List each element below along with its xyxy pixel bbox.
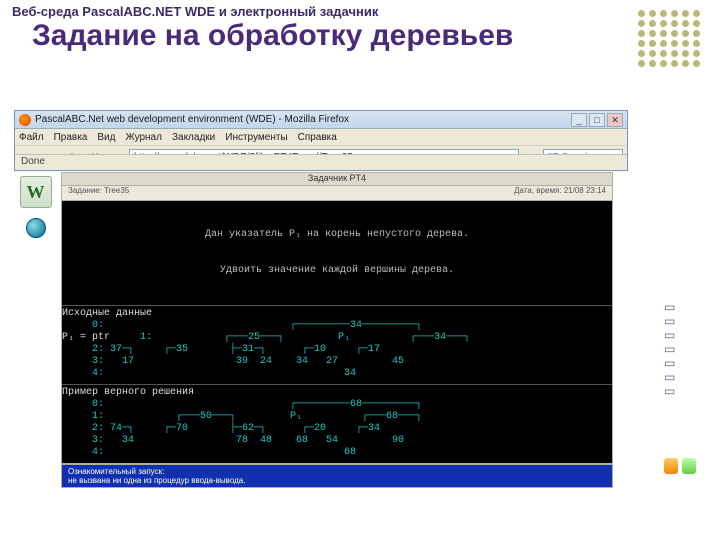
menu-edit[interactable]: Правка: [54, 132, 88, 143]
note-line2: не вызвана ни одна из процедур ввода-выв…: [68, 476, 606, 485]
checklist: ▭▭▭▭▭▭▭: [664, 300, 696, 398]
window-title: PascalABC.Net web development environmen…: [35, 114, 349, 125]
menu-file[interactable]: Файл: [19, 132, 44, 143]
leaf-icon[interactable]: [682, 458, 696, 474]
problem-line1: Дан указатель P₁ на корень непустого дер…: [62, 229, 612, 241]
menu-history[interactable]: Журнал: [125, 132, 162, 143]
status-text: Done: [21, 156, 45, 167]
globe-icon[interactable]: [26, 218, 46, 238]
minimize-button[interactable]: _: [571, 113, 587, 127]
browser-window: PascalABC.Net web development environmen…: [14, 110, 628, 171]
mini-tools: [664, 458, 696, 474]
panel-title: Задачник PT4: [61, 172, 613, 186]
firefox-icon: [19, 114, 31, 126]
problem-line2: Удвоить значение каждой вершины дерева.: [62, 265, 612, 277]
solution-section: Пример верного решения 0: ┌─────────68──…: [62, 384, 612, 463]
launch-note: Ознакомительный запуск: не вызвана ни од…: [61, 464, 613, 488]
close-button[interactable]: ✕: [607, 113, 623, 127]
problem-statement: Дан указатель P₁ на корень непустого дер…: [62, 201, 612, 305]
word-icon[interactable]: W: [20, 176, 52, 208]
statusbar: Done: [15, 154, 627, 170]
folder-icon[interactable]: [664, 458, 678, 474]
note-line1: Ознакомительный запуск:: [68, 467, 606, 476]
input-section: Исходные данные 0: ┌─────────34─────────…: [62, 305, 612, 384]
slide-header: Веб-среда PascalABC.NET WDE и электронны…: [0, 0, 720, 19]
right-rail: ▭▭▭▭▭▭▭: [664, 300, 696, 474]
decorative-dots: [636, 10, 702, 70]
menu-help[interactable]: Справка: [298, 132, 337, 143]
menu-view[interactable]: Вид: [97, 132, 115, 143]
maximize-button[interactable]: □: [589, 113, 605, 127]
titlebar[interactable]: PascalABC.Net web development environmen…: [15, 111, 627, 129]
menu-bookmarks[interactable]: Закладки: [172, 132, 215, 143]
menubar: Файл Правка Вид Журнал Закладки Инструме…: [15, 129, 627, 146]
task-header: Задание: Tree35 Дата, время: 21/08 23:14: [61, 186, 613, 200]
terminal: Дан указатель P₁ на корень непустого дер…: [61, 200, 613, 464]
menu-tools[interactable]: Инструменты: [225, 132, 287, 143]
task-name: Задание: Tree35: [68, 186, 129, 200]
task-datetime: Дата, время: 21/08 23:14: [514, 186, 606, 200]
slide-title: Задание на обработку деревьев: [0, 19, 720, 58]
